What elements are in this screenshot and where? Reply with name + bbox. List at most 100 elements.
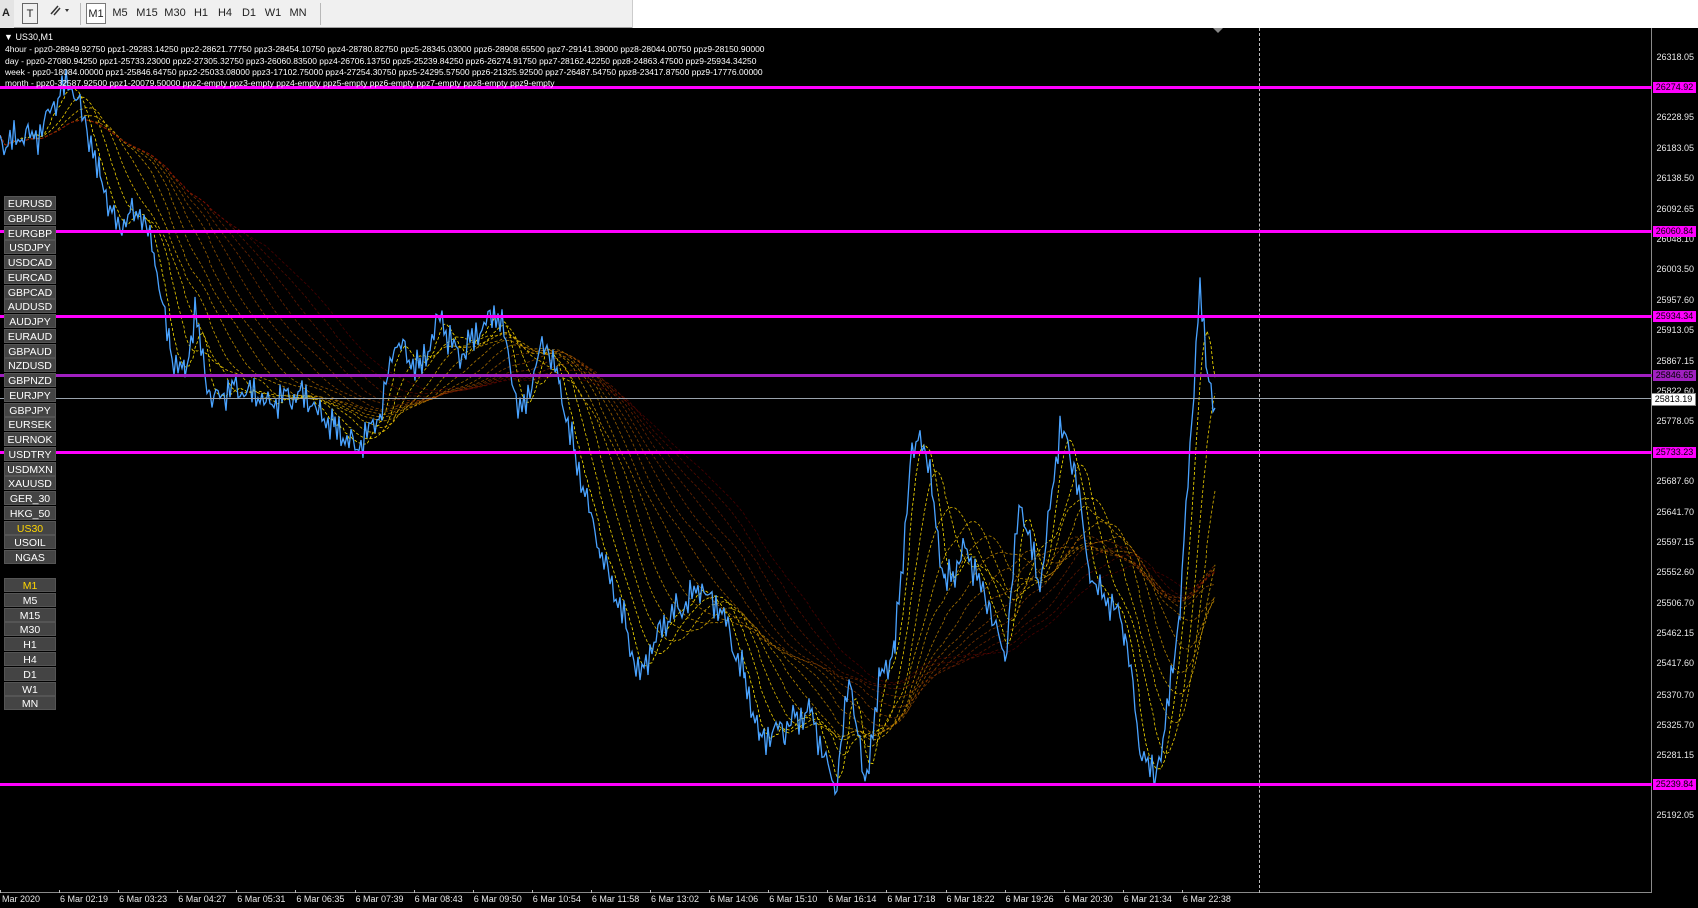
symbol-button-euraud[interactable]: EURAUD [4, 328, 56, 343]
text-tool-a[interactable]: A [0, 3, 12, 24]
text-label-tool-t[interactable]: T [22, 3, 38, 24]
plot-area[interactable]: ▼ US30,M1 4hour - ppz0-28949.92750 ppz1-… [0, 28, 1652, 893]
time-tick-mark [236, 890, 238, 893]
time-tick-mark [472, 890, 474, 893]
time-tick-mark [59, 890, 60, 893]
pivot-day: day - ppz0-27080.94250 ppz1-25733.23000 … [5, 56, 757, 66]
symbol-button-gbpcad[interactable]: GBPCAD [4, 284, 56, 299]
symbol-button-usdmxn[interactable]: USDMXN [4, 461, 56, 476]
symbol-button-nzdusd[interactable]: NZDUSD [4, 358, 56, 373]
toolbar-tf-h4[interactable]: H4 [214, 3, 236, 24]
symbol-button-gbpusd[interactable]: GBPUSD [4, 210, 56, 225]
time-tick-mark [1004, 890, 1006, 893]
time-tick-mark [886, 890, 888, 893]
symbol-button-eurnok[interactable]: EURNOK [4, 432, 56, 446]
price-level-line[interactable] [0, 230, 1652, 234]
chart-window[interactable]: ▼ US30,M1 4hour - ppz0-28949.92750 ppz1-… [0, 28, 1698, 908]
price-level-label: 25934.34 [1653, 311, 1696, 323]
time-tick-mark [1122, 890, 1124, 893]
time-tick-label: 6 Mar 05:31 [237, 894, 286, 904]
symbol-button-usdjpy[interactable]: USDJPY [4, 240, 56, 255]
chart-tf-button-m5[interactable]: M5 [4, 592, 56, 607]
time-tick-label: 6 Mar 17:18 [887, 894, 936, 904]
chart-tf-button-m30[interactable]: M30 [4, 622, 56, 637]
chart-tf-button-d1[interactable]: D1 [4, 666, 56, 681]
symbol-button-audusd[interactable]: AUDUSD [4, 299, 56, 314]
price-level-line[interactable] [0, 782, 1652, 786]
pivot-month: month - ppz0-32587.92500 ppz1-20079.5000… [5, 78, 555, 88]
price-tick-label: 25462.15 [1656, 628, 1694, 639]
price-level-line[interactable] [0, 315, 1652, 319]
symbol-button-us30[interactable]: US30 [4, 520, 56, 535]
time-tick-mark [177, 890, 179, 893]
time-tick-mark [413, 890, 415, 893]
drawing-tools-dropdown[interactable] [46, 3, 74, 24]
time-tick-label: 6 Mar 06:35 [296, 894, 345, 904]
symbol-button-eurusd[interactable]: EURUSD [4, 196, 56, 210]
time-tick-label: 6 Mar 19:26 [1005, 894, 1054, 904]
symbol-button-eurcad[interactable]: EURCAD [4, 269, 56, 284]
price-series-line [0, 69, 1216, 796]
chart-tf-button-w1[interactable]: W1 [4, 681, 56, 696]
symbol-button-gbpaud[interactable]: GBPAUD [4, 343, 56, 358]
period-separator [1259, 28, 1260, 893]
price-axis[interactable]: 26318.05 26228.95 26183.05 26138.50 26092.65… [1651, 28, 1698, 893]
toolbar-tf-mn[interactable]: MN [286, 3, 310, 24]
time-tick-label: 6 Mar 11:58 [591, 894, 640, 904]
price-tick-label: 26183.05 [1656, 142, 1694, 153]
chart-tf-button-m15[interactable]: M15 [4, 607, 56, 622]
toolbar-tf-h1[interactable]: H1 [190, 3, 212, 24]
symbol-button-eurgbp[interactable]: EURGBP [4, 225, 56, 240]
chart-title: ▼ US30,M1 [4, 32, 53, 42]
symbol-button-ngas[interactable]: NGAS [4, 550, 56, 564]
time-tick-label: 6 Mar 16:14 [828, 894, 877, 904]
symbol-button-eurjpy[interactable]: EURJPY [4, 387, 56, 402]
time-axis[interactable]: Mar 2020 6 Mar 02:19 6 Mar 03:23 6 Mar 04:2… [0, 890, 1652, 908]
toolbar-tf-m15[interactable]: M15 [134, 3, 160, 24]
price-level-line[interactable] [0, 450, 1652, 454]
price-tick-label: 25325.70 [1656, 720, 1694, 731]
symbol-button-usdtry[interactable]: USDTRY [4, 446, 56, 461]
collapse-triangle-icon[interactable]: ▼ [4, 32, 13, 42]
time-tick-label: 6 Mar 09:50 [473, 894, 522, 904]
symbol-button-usoil[interactable]: USOIL [4, 535, 56, 550]
time-tick-label: Mar 2020 [2, 894, 41, 904]
time-tick-label: 6 Mar 02:19 [60, 894, 109, 904]
price-level-label: 26274.92 [1653, 82, 1696, 94]
time-tick-label: 6 Mar 22:38 [1182, 894, 1231, 904]
toolbar-tf-w1[interactable]: W1 [262, 3, 284, 24]
symbol-button-usdcad[interactable]: USDCAD [4, 255, 56, 269]
price-line-series [0, 69, 1216, 796]
toolbar-tf-m30[interactable]: M30 [162, 3, 188, 24]
symbol-button-audjpy[interactable]: AUDJPY [4, 314, 56, 328]
chart-symbol-title: US30,M1 [15, 32, 53, 42]
chart-tf-button-mn[interactable]: MN [4, 696, 56, 711]
chart-tf-button-h1[interactable]: H1 [4, 637, 56, 652]
chart-shift-marker[interactable] [1213, 28, 1223, 33]
toolbar-tf-d1[interactable]: D1 [238, 3, 260, 24]
price-level-line[interactable] [0, 374, 1652, 378]
price-tick-label: 25913.05 [1656, 324, 1694, 335]
chart-tf-button-m1[interactable]: M1 [4, 578, 56, 592]
time-tick-mark [650, 890, 651, 893]
symbol-button-ger_30[interactable]: GER_30 [4, 491, 56, 505]
symbol-button-xauusd[interactable]: XAUUSD [4, 476, 56, 491]
current-price-line [0, 398, 1652, 399]
symbol-button-eursek[interactable]: EURSEK [4, 417, 56, 432]
price-tick-label: 25370.70 [1656, 689, 1694, 700]
symbol-button-gbpnzd[interactable]: GBPNZD [4, 373, 56, 387]
price-tick-label: 26318.05 [1656, 52, 1694, 62]
current-price-label: 25813.19 [1651, 392, 1696, 406]
time-tick-label: 6 Mar 10:54 [532, 894, 581, 904]
toolbar-tf-m5[interactable]: M5 [108, 3, 132, 24]
time-tick-mark [590, 890, 592, 893]
price-tick-label: 25506.70 [1656, 598, 1694, 609]
price-tick-label: 25641.70 [1656, 507, 1694, 518]
symbol-button-gbpjpy[interactable]: GBPJPY [4, 402, 56, 417]
chart-tf-button-h4[interactable]: H4 [4, 652, 56, 666]
price-tick-label: 25552.60 [1656, 567, 1694, 578]
time-tick-label: 6 Mar 14:06 [710, 894, 759, 904]
symbol-button-hkg_50[interactable]: HKG_50 [4, 505, 56, 520]
toolbar-tf-m1[interactable]: M1 [86, 3, 106, 24]
time-tick-label: 6 Mar 15:10 [769, 894, 818, 904]
